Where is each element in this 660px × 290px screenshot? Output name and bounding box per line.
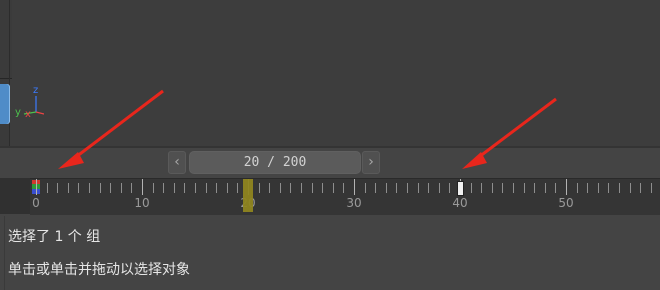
timeline-tick <box>89 183 90 193</box>
timeline-tick <box>131 183 132 193</box>
timeline-tick <box>598 183 599 193</box>
timeline-tick <box>386 183 387 193</box>
timeline-label: 0 <box>32 196 40 210</box>
timeline-tick <box>651 183 652 193</box>
timeline-tick <box>577 183 578 193</box>
axis-gizmo: z x y <box>14 86 44 120</box>
timeline-tick <box>280 183 281 193</box>
timeline-label: 50 <box>558 196 574 210</box>
timeline-tick <box>365 183 366 193</box>
timeline-label: 40 <box>452 196 468 210</box>
axis-z-label: z <box>33 85 39 96</box>
timeline-tick <box>110 183 111 193</box>
timeline-tick <box>534 183 535 193</box>
side-panel-tab[interactable] <box>0 84 10 124</box>
timeline-tick <box>78 183 79 193</box>
timeline-tick <box>174 183 175 193</box>
viewport-corner <box>0 0 12 79</box>
chevron-right-icon[interactable]: › <box>362 151 380 174</box>
timeline-tick <box>492 183 493 193</box>
timeline-tick <box>216 183 217 193</box>
frame-slider[interactable]: 20 / 200 <box>189 151 361 174</box>
timeline-tick <box>290 183 291 193</box>
timeline-tick <box>502 183 503 193</box>
timeline-tick <box>428 183 429 193</box>
timeline-tick <box>68 183 69 193</box>
frame-navigator: ‹ 20 / 200 › <box>0 148 660 176</box>
timeline-label: 30 <box>346 196 362 210</box>
timeline-label: 10 <box>134 196 150 210</box>
timeline-tick <box>312 183 313 193</box>
timeline-tick <box>566 179 567 195</box>
timeline-tick <box>396 183 397 193</box>
timeline-tick <box>608 183 609 193</box>
timeline-tick <box>513 183 514 193</box>
timeline-tick <box>163 183 164 193</box>
timeline-tick <box>524 183 525 193</box>
timeline-tick <box>153 183 154 193</box>
timeline-tick <box>47 183 48 193</box>
timeline-tick <box>121 183 122 193</box>
timeline-tick <box>418 183 419 193</box>
timeline-tick <box>555 183 556 193</box>
keyframe-marker[interactable] <box>457 181 464 196</box>
timeline-tick <box>184 183 185 193</box>
chevron-left-icon[interactable]: ‹ <box>168 151 186 174</box>
prompt-text: 单击或单击并拖动以选择对象 <box>8 262 190 278</box>
timeline-tick <box>36 179 37 195</box>
axis-x-label: x <box>25 109 31 120</box>
viewport[interactable]: z x y <box>0 0 660 148</box>
timeline-tick <box>301 183 302 193</box>
timeline-tick <box>333 183 334 193</box>
axis-y-label: y <box>15 107 21 118</box>
time-slider-cursor[interactable] <box>243 179 253 212</box>
timeline-tick <box>227 183 228 193</box>
timeline-tick <box>449 183 450 193</box>
timeline-tick <box>57 183 58 193</box>
timeline-tick <box>481 183 482 193</box>
timeline[interactable]: 01020304050 <box>0 178 660 215</box>
timeline-tick <box>237 183 238 193</box>
timeline-tick <box>100 183 101 193</box>
timeline-tick <box>619 183 620 193</box>
timeline-tick <box>354 179 355 195</box>
timeline-tick <box>587 183 588 193</box>
timeline-tick <box>439 183 440 193</box>
timeline-tick <box>640 183 641 193</box>
timeline-tick <box>407 183 408 193</box>
timeline-tick <box>259 183 260 193</box>
timeline-tick <box>269 183 270 193</box>
timeline-tick <box>195 183 196 193</box>
viewport-divider <box>9 0 10 148</box>
timeline-tick <box>322 183 323 193</box>
timeline-tick <box>375 183 376 193</box>
timeline-tick <box>630 183 631 193</box>
timeline-tick <box>471 183 472 193</box>
timeline-tick <box>206 183 207 193</box>
selection-status: 选择了 1 个 组 <box>8 229 101 245</box>
timeline-tick <box>343 183 344 193</box>
status-bar: 选择了 1 个 组 单击或单击并拖动以选择对象 <box>0 216 660 290</box>
timeline-tick <box>142 179 143 195</box>
status-divider <box>4 216 5 290</box>
timeline-tick <box>545 183 546 193</box>
